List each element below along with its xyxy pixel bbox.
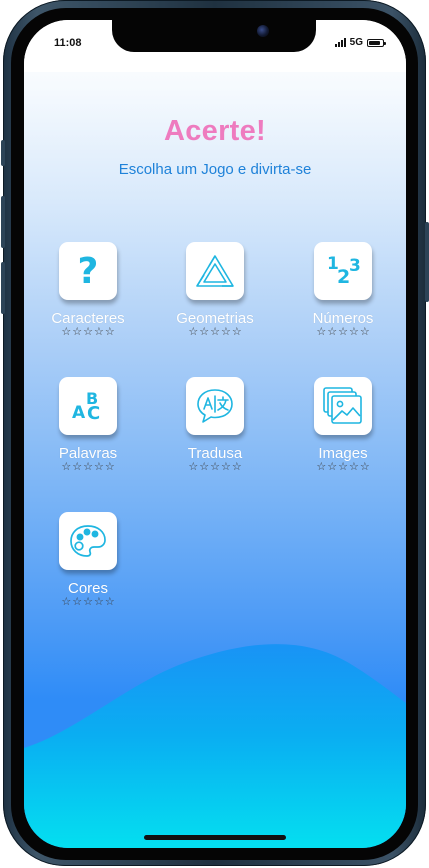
star-icon: ☆	[61, 326, 72, 338]
star-icon: ☆	[72, 326, 83, 338]
translate-icon	[197, 389, 233, 423]
star-icon: ☆	[231, 461, 242, 473]
game-cores[interactable]: Cores ☆ ☆ ☆ ☆ ☆	[38, 512, 138, 608]
star-icon: ☆	[338, 326, 348, 338]
game-tile[interactable]: A B C	[59, 377, 117, 435]
star-icon: ☆	[83, 596, 93, 608]
star-icon: ☆	[359, 461, 370, 473]
app-subtitle: Escolha um Jogo e divirta-se	[118, 161, 312, 178]
star-rating: ☆ ☆ ☆ ☆ ☆	[293, 327, 393, 338]
star-icon: ☆	[188, 461, 199, 473]
power-button	[425, 222, 429, 302]
star-icon: ☆	[327, 326, 338, 338]
star-rating: ☆ ☆ ☆ ☆ ☆	[38, 327, 138, 338]
game-tile[interactable]	[186, 242, 244, 300]
game-label: Images	[318, 445, 368, 462]
battery-icon	[367, 38, 386, 47]
game-tile[interactable]	[59, 512, 117, 570]
volume-down-button	[1, 262, 5, 314]
star-icon: ☆	[93, 596, 104, 608]
volume-up-button	[1, 196, 5, 248]
numbers-123-icon: 1 2 3	[327, 254, 361, 288]
game-tile[interactable]: 1 2 3	[314, 242, 372, 300]
star-icon: ☆	[316, 326, 327, 338]
game-numeros[interactable]: 1 2 3 Números ☆ ☆ ☆ ☆ ☆	[293, 242, 393, 338]
star-icon: ☆	[348, 461, 359, 473]
star-icon: ☆	[199, 326, 210, 338]
game-label: Tradusa	[187, 445, 243, 462]
star-rating: ☆ ☆ ☆ ☆ ☆	[38, 597, 138, 608]
network-label: 5G	[349, 37, 363, 48]
star-icon: ☆	[316, 461, 327, 473]
game-tile[interactable]	[186, 377, 244, 435]
status-time: 11:08	[54, 37, 82, 49]
question-mark-icon: ?	[77, 250, 99, 292]
wave-background	[24, 644, 406, 848]
star-icon: ☆	[199, 461, 210, 473]
star-icon: ☆	[104, 596, 115, 608]
status-indicators: 5G	[334, 37, 386, 48]
star-icon: ☆	[220, 326, 231, 338]
star-icon: ☆	[231, 326, 242, 338]
star-icon: ☆	[61, 461, 72, 473]
letters-abc-icon: A B C	[72, 389, 101, 424]
game-geometrias[interactable]: Geometrias ☆ ☆ ☆ ☆ ☆	[165, 242, 265, 338]
game-label: Cores	[67, 580, 108, 597]
star-icon: ☆	[83, 461, 93, 473]
game-palavras[interactable]: A B C Palavras ☆ ☆ ☆ ☆ ☆	[38, 377, 138, 473]
game-label: Geometrias	[176, 310, 254, 327]
image-gallery-icon	[323, 387, 362, 424]
star-icon: ☆	[104, 326, 115, 338]
star-icon: ☆	[348, 326, 359, 338]
star-rating: ☆ ☆ ☆ ☆ ☆	[165, 327, 265, 338]
palette-icon	[70, 525, 106, 557]
app-screen: 11:08 5G Acerte! Escolha um Jogo e divir…	[24, 20, 406, 848]
front-camera	[257, 25, 269, 37]
star-icon: ☆	[83, 326, 93, 338]
notch	[112, 20, 316, 52]
star-icon: ☆	[104, 461, 115, 473]
star-icon: ☆	[210, 326, 220, 338]
star-rating: ☆ ☆ ☆ ☆ ☆	[165, 462, 265, 473]
star-icon: ☆	[220, 461, 231, 473]
star-icon: ☆	[338, 461, 348, 473]
star-icon: ☆	[359, 326, 370, 338]
game-label: Palavras	[58, 445, 118, 462]
signal-icon	[334, 38, 346, 47]
star-icon: ☆	[210, 461, 220, 473]
star-icon: ☆	[72, 461, 83, 473]
app-title: Acerte!	[163, 115, 267, 147]
star-icon: ☆	[93, 326, 104, 338]
game-tile[interactable]: ?	[59, 242, 117, 300]
game-label: Números	[312, 310, 374, 327]
game-tradusa[interactable]: Tradusa ☆ ☆ ☆ ☆ ☆	[165, 377, 265, 473]
game-caracteres[interactable]: ? Caracteres ☆ ☆ ☆ ☆ ☆	[38, 242, 138, 338]
game-images[interactable]: Images ☆ ☆ ☆ ☆ ☆	[293, 377, 393, 473]
star-icon: ☆	[93, 461, 104, 473]
star-icon: ☆	[188, 326, 199, 338]
star-icon: ☆	[61, 596, 72, 608]
star-icon: ☆	[327, 461, 338, 473]
mute-switch	[1, 140, 5, 166]
game-tile[interactable]	[314, 377, 372, 435]
star-rating: ☆ ☆ ☆ ☆ ☆	[38, 462, 138, 473]
star-icon: ☆	[72, 596, 83, 608]
star-rating: ☆ ☆ ☆ ☆ ☆	[293, 462, 393, 473]
impossible-triangle-icon	[196, 255, 234, 287]
home-indicator[interactable]	[144, 835, 286, 840]
game-label: Caracteres	[51, 310, 125, 327]
